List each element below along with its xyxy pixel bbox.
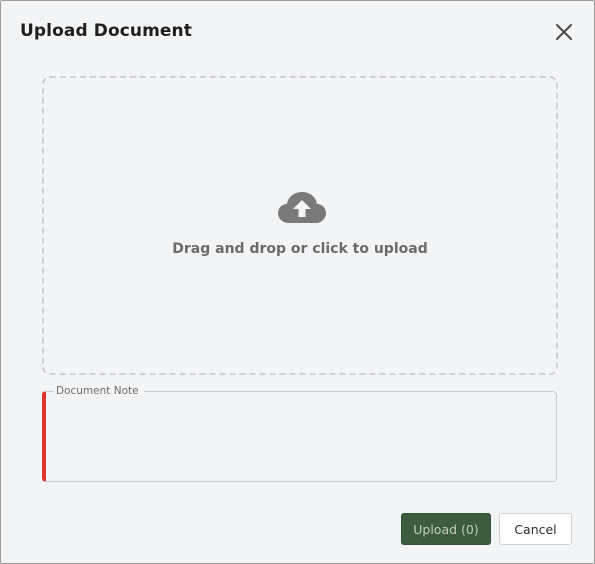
document-note-label: Document Note [53, 384, 144, 398]
file-dropzone[interactable]: Drag and drop or click to upload [42, 76, 558, 375]
document-note-field: Document Note [42, 384, 557, 482]
dialog-title: Upload Document [20, 21, 192, 41]
document-note-input[interactable] [52, 402, 550, 475]
dropzone-label: Drag and drop or click to upload [172, 241, 428, 257]
upload-document-dialog: Upload Document Drag and drop or click t… [0, 0, 595, 564]
close-icon [556, 24, 572, 40]
upload-button[interactable]: Upload (0) [401, 513, 491, 545]
cloud-upload-icon [277, 190, 327, 224]
cancel-button[interactable]: Cancel [499, 513, 572, 545]
close-button[interactable] [553, 21, 575, 43]
